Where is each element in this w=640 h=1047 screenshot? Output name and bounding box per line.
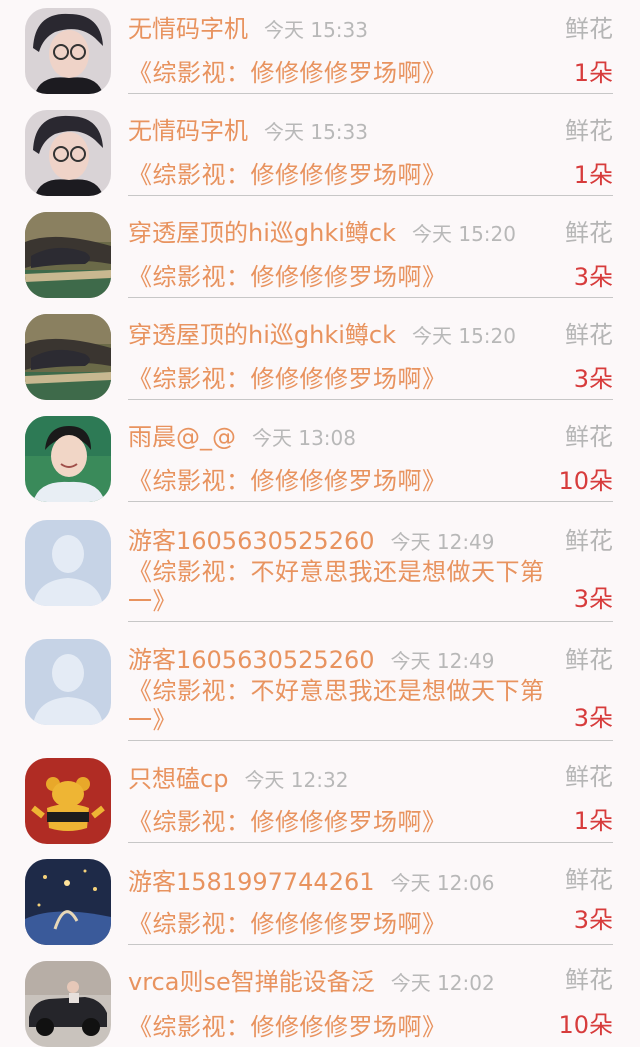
timestamp: 今天 12:02: [390, 971, 495, 995]
flower-count: 3朵: [573, 585, 613, 613]
timestamp: 今天 13:08: [252, 426, 356, 450]
work-title[interactable]: 《综影视：修修修修罗场啊》: [128, 1013, 558, 1042]
avatar[interactable]: [25, 639, 111, 725]
avatar[interactable]: [25, 416, 111, 502]
user-name[interactable]: vrca则se智掸能设备泛: [128, 968, 375, 996]
avatar-photo-man-glasses-icon: [25, 110, 111, 196]
user-name[interactable]: 穿透屋顶的hi巡ghki鳟ck: [128, 321, 396, 349]
divider: [128, 195, 613, 196]
avatar-cartoon-bear-icon: [25, 758, 111, 844]
gift-type-label: 鲜花: [565, 763, 613, 791]
flower-count: 1朵: [573, 59, 613, 87]
user-name-line: 穿透屋顶的hi巡ghki鳟ck 今天 15:20: [128, 320, 516, 351]
user-name[interactable]: 只想磕cp: [128, 765, 228, 793]
timestamp: 今天 12:06: [390, 871, 495, 895]
avatar[interactable]: [25, 314, 111, 400]
timestamp: 今天 15:20: [411, 324, 516, 348]
avatar-photo-outdoor-scene-icon: [25, 212, 111, 298]
user-name-line: 无情码字机 今天 15:33: [128, 116, 368, 147]
work-title[interactable]: 《综影视：不好意思我还是想做天下第一》: [128, 677, 558, 735]
flower-count: 3朵: [573, 906, 613, 934]
timestamp: 今天 12:49: [390, 649, 495, 673]
work-title[interactable]: 《综影视：修修修修罗场啊》: [128, 467, 558, 496]
avatar-photo-night-sky-icon: [25, 859, 111, 945]
work-title[interactable]: 《综影视：修修修修罗场啊》: [128, 808, 558, 837]
flower-count: 10朵: [558, 1011, 613, 1039]
user-name[interactable]: 无情码字机: [128, 15, 248, 43]
user-name[interactable]: 穿透屋顶的hi巡ghki鳟ck: [128, 219, 396, 247]
gift-type-label: 鲜花: [565, 866, 613, 894]
work-title[interactable]: 《综影视：修修修修罗场啊》: [128, 59, 558, 88]
divider: [128, 297, 613, 298]
user-name[interactable]: 游客1605630525260: [128, 646, 375, 674]
user-name-line: 游客1605630525260 今天 12:49: [128, 526, 495, 557]
avatar-default-silhouette-icon: [25, 639, 111, 725]
avatar-photo-smiling-man-icon: [25, 416, 111, 502]
divider: [128, 93, 613, 94]
avatar-default-silhouette-icon: [25, 520, 111, 606]
work-title[interactable]: 《综影视：修修修修罗场啊》: [128, 263, 558, 292]
flower-count: 10朵: [558, 467, 613, 495]
list-item[interactable]: 无情码字机 今天 15:33 鲜花 《综影视：修修修修罗场啊》 1朵: [0, 0, 640, 100]
user-name[interactable]: 游客1581997744261: [128, 868, 375, 896]
user-name-line: 游客1581997744261 今天 12:06: [128, 867, 495, 898]
flower-count: 3朵: [573, 365, 613, 393]
list-item[interactable]: 游客1605630525260 今天 12:49 鲜花 《综影视：不好意思我还是想…: [0, 629, 640, 747]
timestamp: 今天 15:33: [264, 18, 368, 42]
flower-count: 3朵: [573, 263, 613, 291]
avatar[interactable]: [25, 859, 111, 945]
user-name-line: 无情码字机 今天 15:33: [128, 14, 368, 45]
gift-type-label: 鲜花: [565, 15, 613, 43]
user-name-line: 穿透屋顶的hi巡ghki鳟ck 今天 15:20: [128, 218, 516, 249]
user-name-line: vrca则se智掸能设备泛 今天 12:02: [128, 967, 495, 998]
avatar-photo-outdoor-scene-icon: [25, 314, 111, 400]
list-item[interactable]: 穿透屋顶的hi巡ghki鳟ck 今天 15:20 鲜花 《综影视：修修修修罗场啊》…: [0, 204, 640, 304]
list-item[interactable]: vrca则se智掸能设备泛 今天 12:02 鲜花 《综影视：修修修修罗场啊》 1…: [0, 953, 640, 1047]
timestamp: 今天 15:33: [264, 120, 368, 144]
timestamp: 今天 12:49: [390, 530, 495, 554]
divider: [128, 621, 613, 622]
gift-type-label: 鲜花: [565, 117, 613, 145]
flower-count: 3朵: [573, 704, 613, 732]
user-name-line: 只想磕cp 今天 12:32: [128, 764, 348, 795]
work-title[interactable]: 《综影视：不好意思我还是想做天下第一》: [128, 558, 558, 616]
avatar[interactable]: [25, 961, 111, 1047]
list-item[interactable]: 游客1581997744261 今天 12:06 鲜花 《综影视：修修修修罗场啊》…: [0, 851, 640, 951]
flower-count: 1朵: [573, 807, 613, 835]
list-item[interactable]: 穿透屋顶的hi巡ghki鳟ck 今天 15:20 鲜花 《综影视：修修修修罗场啊》…: [0, 306, 640, 406]
user-name[interactable]: 游客1605630525260: [128, 527, 375, 555]
gift-type-label: 鲜花: [565, 966, 613, 994]
divider: [128, 740, 613, 741]
avatar[interactable]: [25, 8, 111, 94]
timestamp: 今天 12:32: [244, 768, 349, 792]
gift-type-label: 鲜花: [565, 321, 613, 349]
divider: [128, 399, 613, 400]
avatar[interactable]: [25, 110, 111, 196]
divider: [128, 842, 613, 843]
avatar-photo-car-icon: [25, 961, 111, 1047]
list-item[interactable]: 雨晨@_@ 今天 13:08 鲜花 《综影视：修修修修罗场啊》 10朵: [0, 408, 640, 508]
user-name-line: 游客1605630525260 今天 12:49: [128, 645, 495, 676]
work-title[interactable]: 《综影视：修修修修罗场啊》: [128, 910, 558, 939]
avatar-photo-man-glasses-icon: [25, 8, 111, 94]
gift-type-label: 鲜花: [565, 219, 613, 247]
timestamp: 今天 15:20: [411, 222, 516, 246]
divider: [128, 944, 613, 945]
divider: [128, 501, 613, 502]
list-item[interactable]: 无情码字机 今天 15:33 鲜花 《综影视：修修修修罗场啊》 1朵: [0, 102, 640, 202]
gift-type-label: 鲜花: [565, 527, 613, 555]
avatar[interactable]: [25, 758, 111, 844]
list-item[interactable]: 游客1605630525260 今天 12:49 鲜花 《综影视：不好意思我还是想…: [0, 510, 640, 628]
gift-type-label: 鲜花: [565, 646, 613, 674]
user-name[interactable]: 无情码字机: [128, 117, 248, 145]
work-title[interactable]: 《综影视：修修修修罗场啊》: [128, 161, 558, 190]
avatar[interactable]: [25, 520, 111, 606]
user-name-line: 雨晨@_@ 今天 13:08: [128, 422, 356, 453]
flower-count: 1朵: [573, 161, 613, 189]
user-name[interactable]: 雨晨@_@: [128, 423, 236, 451]
avatar[interactable]: [25, 212, 111, 298]
list-item[interactable]: 只想磕cp 今天 12:32 鲜花 《综影视：修修修修罗场啊》 1朵: [0, 748, 640, 848]
gift-type-label: 鲜花: [565, 423, 613, 451]
work-title[interactable]: 《综影视：修修修修罗场啊》: [128, 365, 558, 394]
